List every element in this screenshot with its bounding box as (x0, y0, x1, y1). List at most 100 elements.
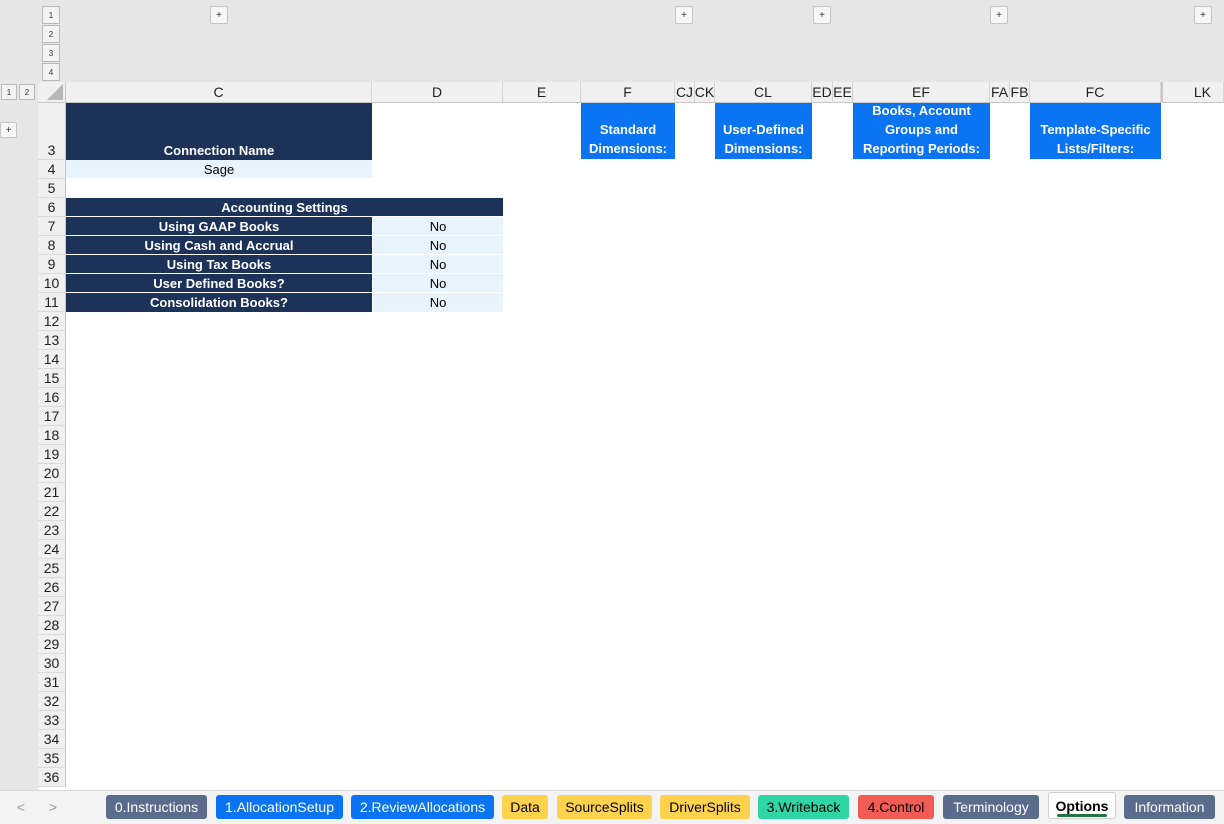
row-header-19[interactable]: 19 (38, 445, 66, 464)
standard-dimensions-line-1: Standard (599, 122, 657, 137)
column-header-e[interactable]: E (503, 82, 581, 103)
row-header-15[interactable]: 15 (38, 369, 66, 388)
row-header-18[interactable]: 18 (38, 426, 66, 445)
column-header-fa[interactable]: FA (990, 82, 1010, 103)
row-header-3[interactable]: 3 (38, 103, 66, 160)
row-header-25[interactable]: 25 (38, 559, 66, 578)
standard-dimensions-header: Standard Dimensions: (581, 103, 675, 159)
user-defined-dimensions-header: User-Defined Dimensions: (715, 103, 812, 159)
setting-value-dropdown[interactable]: No (373, 236, 503, 254)
connection-name-value[interactable]: Sage (66, 160, 372, 178)
outline-level-3-button[interactable]: 3 (42, 44, 60, 62)
sheet-tab-information[interactable]: Information (1124, 795, 1215, 819)
row-outline-level-1-button[interactable]: 1 (1, 84, 17, 100)
row-header-26[interactable]: 26 (38, 578, 66, 597)
row-header-30[interactable]: 30 (38, 654, 66, 673)
books-header-line-2: Groups and (885, 122, 958, 137)
setting-label: Using GAAP Books (66, 217, 372, 235)
column-header-c[interactable]: C (66, 82, 372, 103)
row-header-23[interactable]: 23 (38, 521, 66, 540)
select-all-button[interactable] (38, 82, 66, 103)
outline-level-1-button[interactable]: 1 (42, 6, 60, 24)
user-defined-dimensions-line-1: User-Defined (723, 122, 804, 137)
active-tab-indicator (1057, 814, 1107, 817)
user-defined-dimensions-line-2: Dimensions: (724, 141, 803, 156)
setting-label: Consolidation Books? (66, 293, 372, 312)
expand-group-icon[interactable]: + (1194, 6, 1212, 24)
row-header-22[interactable]: 22 (38, 502, 66, 521)
column-header-f[interactable]: F (581, 82, 675, 103)
row-header-21[interactable]: 21 (38, 483, 66, 502)
expand-group-icon[interactable]: + (210, 6, 228, 24)
select-all-icon (47, 84, 63, 100)
outline-level-2-button[interactable]: 2 (42, 25, 60, 43)
column-header-ck[interactable]: CK (695, 82, 715, 103)
sheet-tab-allocation-setup[interactable]: 1.AllocationSetup (216, 795, 343, 819)
column-outline-bar (0, 0, 1224, 82)
expand-group-icon[interactable]: + (990, 6, 1008, 24)
spreadsheet-grid: 1 2 3 4 + + + + + 1 2 + C D E F CJ CK CL… (0, 0, 1224, 790)
row-outline-level-2-button[interactable]: 2 (19, 84, 35, 100)
column-header-lk[interactable]: LK (1161, 82, 1224, 103)
row-header-24[interactable]: 24 (38, 540, 66, 559)
column-header-ed[interactable]: ED (812, 82, 833, 103)
row-header-17[interactable]: 17 (38, 407, 66, 426)
row-header-11[interactable]: 11 (38, 293, 66, 312)
sheet-tab-writeback[interactable]: 3.Writeback (758, 795, 849, 819)
column-header-fc[interactable]: FC (1030, 82, 1161, 103)
row-header-35[interactable]: 35 (38, 749, 66, 768)
column-header-cj[interactable]: CJ (675, 82, 695, 103)
column-header-ef[interactable]: EF (853, 82, 990, 103)
column-header-ee[interactable]: EE (833, 82, 853, 103)
setting-label: Using Tax Books (66, 255, 372, 273)
column-header-fb[interactable]: FB (1010, 82, 1030, 103)
row-header-10[interactable]: 10 (38, 274, 66, 293)
setting-label: User Defined Books? (66, 274, 372, 292)
template-specific-lists-header: Template-Specific Lists/Filters: (1030, 103, 1161, 159)
row-header-28[interactable]: 28 (38, 616, 66, 635)
expand-group-icon[interactable]: + (675, 6, 693, 24)
expand-group-icon[interactable]: + (813, 6, 831, 24)
prev-sheet-icon[interactable]: < (13, 799, 29, 815)
row-header-14[interactable]: 14 (38, 350, 66, 369)
sheet-tab-terminology[interactable]: Terminology (943, 795, 1039, 819)
row-outline-bar (0, 82, 38, 790)
expand-rows-icon[interactable]: + (0, 122, 17, 138)
row-header-33[interactable]: 33 (38, 711, 66, 730)
standard-dimensions-line-2: Dimensions: (588, 141, 667, 156)
sheet-tab-instructions[interactable]: 0.Instructions (106, 795, 207, 819)
row-header-5[interactable]: 5 (38, 179, 66, 198)
sheet-tab-control[interactable]: 4.Control (858, 795, 934, 819)
row-header-20[interactable]: 20 (38, 464, 66, 483)
next-sheet-icon[interactable]: > (45, 799, 61, 815)
row-header-13[interactable]: 13 (38, 331, 66, 350)
outline-level-4-button[interactable]: 4 (42, 63, 60, 81)
sheet-tab-driver-splits[interactable]: DriverSplits (660, 795, 750, 819)
setting-value-dropdown[interactable]: No (373, 255, 503, 273)
row-header-4[interactable]: 4 (38, 160, 66, 179)
row-header-16[interactable]: 16 (38, 388, 66, 407)
setting-value-dropdown[interactable]: No (373, 274, 503, 292)
row-header-8[interactable]: 8 (38, 236, 66, 255)
column-header-d[interactable]: D (372, 82, 503, 103)
books-header-line-3: Reporting Periods: (862, 141, 980, 156)
sheet-tab-review-allocations[interactable]: 2.ReviewAllocations (351, 795, 494, 819)
setting-value-dropdown[interactable]: No (373, 217, 503, 235)
connection-name-header: Connection Name (66, 103, 372, 160)
column-header-cl[interactable]: CL (715, 82, 812, 103)
row-header-6[interactable]: 6 (38, 198, 66, 217)
row-header-32[interactable]: 32 (38, 692, 66, 711)
sheet-tab-data[interactable]: Data (502, 795, 548, 819)
row-header-12[interactable]: 12 (38, 312, 66, 331)
accounting-settings-header: Accounting Settings (66, 198, 503, 216)
row-header-27[interactable]: 27 (38, 597, 66, 616)
sheet-tab-source-splits[interactable]: SourceSplits (557, 795, 652, 819)
row-header-31[interactable]: 31 (38, 673, 66, 692)
row-header-9[interactable]: 9 (38, 255, 66, 274)
row-header-29[interactable]: 29 (38, 635, 66, 654)
row-header-7[interactable]: 7 (38, 217, 66, 236)
setting-label: Using Cash and Accrual (66, 236, 372, 254)
row-header-34[interactable]: 34 (38, 730, 66, 749)
setting-value-dropdown[interactable]: No (373, 293, 503, 312)
row-header-36[interactable]: 36 (38, 768, 66, 787)
